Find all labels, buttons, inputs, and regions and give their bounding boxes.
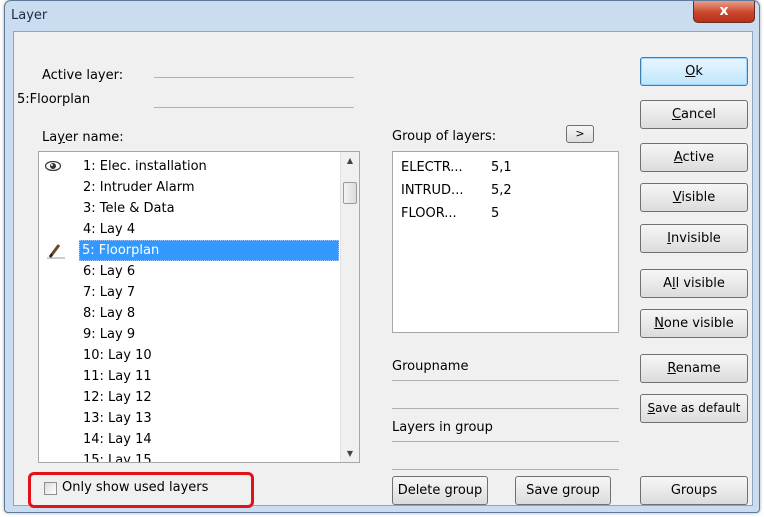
layer-list-item[interactable]: 2: Intruder Alarm — [39, 177, 341, 198]
layers-in-group-label: Layers in group — [392, 420, 493, 435]
group-name: ELECTR... — [401, 160, 463, 175]
layer-list-item[interactable]: 13: Lay 13 — [39, 408, 341, 429]
visible-button[interactable]: Visible — [640, 183, 748, 212]
layer-list-item-label: 7: Lay 7 — [83, 285, 136, 300]
layers-in-group-field-divider[interactable] — [392, 469, 619, 470]
layer-list-item[interactable]: 8: Lay 8 — [39, 303, 341, 324]
group-list-item[interactable]: FLOOR... 5 — [401, 204, 499, 224]
layer-list-item-label: 9: Lay 9 — [83, 327, 136, 342]
layer-list-item[interactable]: 12: Lay 12 — [39, 387, 341, 408]
layer-list-item-label: 3: Tele & Data — [83, 201, 175, 216]
layer-list-item-label: 4: Lay 4 — [83, 222, 136, 237]
layer-list-item-label: 6: Lay 6 — [83, 264, 136, 279]
group-name: FLOOR... — [401, 206, 457, 221]
scroll-up-icon[interactable]: ▲ — [341, 152, 359, 169]
layer-list-item[interactable]: 4: Lay 4 — [39, 219, 341, 240]
invisible-button[interactable]: Invisible — [640, 224, 748, 253]
layer-list-item-label: 13: Lay 13 — [83, 411, 152, 426]
active-layer-value-divider — [154, 107, 354, 108]
title-bar[interactable]: Layer x — [5, 1, 759, 31]
delete-group-button[interactable]: Delete group — [392, 476, 488, 505]
window-title: Layer — [11, 8, 48, 23]
layer-list-item-label: 14: Lay 14 — [83, 432, 152, 447]
none-visible-button[interactable]: None visible — [640, 309, 748, 338]
layer-list-item-label: 15: Lay 15 — [83, 453, 152, 463]
group-arrow-button[interactable]: > — [566, 125, 594, 143]
group-layers: 5 — [491, 206, 500, 221]
active-layer-divider — [154, 77, 354, 78]
layer-listbox[interactable]: 1: Elec. installation 2: Intruder Alarm 3:… — [38, 151, 360, 463]
groupname-label: Groupname — [392, 359, 469, 374]
layer-list: 1: Elec. installation 2: Intruder Alarm 3:… — [39, 152, 341, 462]
dialog-client: Active layer: 5:Floorplan Layer name: 1:… — [13, 31, 753, 508]
layer-list-item[interactable]: 10: Lay 10 — [39, 345, 341, 366]
layer-name-label: Layer name: — [42, 130, 124, 145]
group-list-item[interactable]: ELECTR... 5,1 — [401, 158, 512, 178]
layer-list-item-label: 10: Lay 10 — [83, 348, 152, 363]
layer-list-item[interactable]: 1: Elec. installation — [39, 156, 341, 177]
layer-list-item[interactable]: 3: Tele & Data — [39, 198, 341, 219]
groups-button[interactable]: Groups — [640, 476, 748, 505]
active-button[interactable]: Active — [640, 143, 748, 172]
rename-button[interactable]: Rename — [640, 354, 748, 383]
close-button[interactable]: x — [693, 1, 755, 23]
save-group-button[interactable]: Save group — [515, 476, 611, 505]
group-name: INTRUD... — [401, 183, 464, 198]
layer-list-item-label: 1: Elec. installation — [83, 159, 207, 174]
group-list-item[interactable]: INTRUD... 5,2 — [401, 181, 512, 201]
layer-list-item[interactable]: 9: Lay 9 — [39, 324, 341, 345]
layer-list-item-label: 2: Intruder Alarm — [83, 180, 195, 195]
layer-list-item[interactable]: 7: Lay 7 — [39, 282, 341, 303]
layer-list-item[interactable]: 11: Lay 11 — [39, 366, 341, 387]
layer-list-item[interactable]: 5: Floorplan — [39, 240, 341, 261]
cancel-button[interactable]: Cancel — [640, 100, 748, 129]
scroll-thumb[interactable] — [343, 182, 357, 204]
group-layers: 5,1 — [491, 160, 512, 175]
layer-list-item[interactable]: 6: Lay 6 — [39, 261, 341, 282]
group-layers: 5,2 — [491, 183, 512, 198]
layers-in-group-divider — [392, 441, 619, 442]
layer-list-item-label: 12: Lay 12 — [83, 390, 152, 405]
layer-list-scrollbar[interactable]: ▲ ▼ — [340, 152, 359, 462]
layer-list-item[interactable]: 15: Lay 15 — [39, 450, 341, 463]
pencil-icon — [47, 244, 65, 259]
layer-list-item-label: 11: Lay 11 — [83, 369, 152, 384]
group-listbox[interactable]: ELECTR... 5,1 INTRUD... 5,2 FLOOR... 5 — [392, 151, 619, 333]
ok-button[interactable]: Ok — [640, 57, 748, 86]
all-visible-button[interactable]: All visible — [640, 269, 748, 298]
layer-list-item[interactable]: 14: Lay 14 — [39, 429, 341, 450]
save-as-default-button[interactable]: Save as default — [640, 394, 748, 423]
groupname-field-divider[interactable] — [392, 408, 619, 409]
layer-list-item-label: 5: Floorplan — [79, 240, 339, 261]
groupname-divider — [392, 380, 619, 381]
layer-dialog: Layer x Active layer: 5:Floorplan Layer … — [4, 0, 760, 513]
layer-list-item-label: 8: Lay 8 — [83, 306, 136, 321]
scroll-down-icon[interactable]: ▼ — [341, 445, 359, 462]
group-of-layers-label: Group of layers: — [392, 129, 497, 144]
highlight-annotation — [28, 472, 254, 508]
active-layer-label: Active layer: — [42, 68, 124, 83]
eye-icon — [45, 161, 61, 171]
